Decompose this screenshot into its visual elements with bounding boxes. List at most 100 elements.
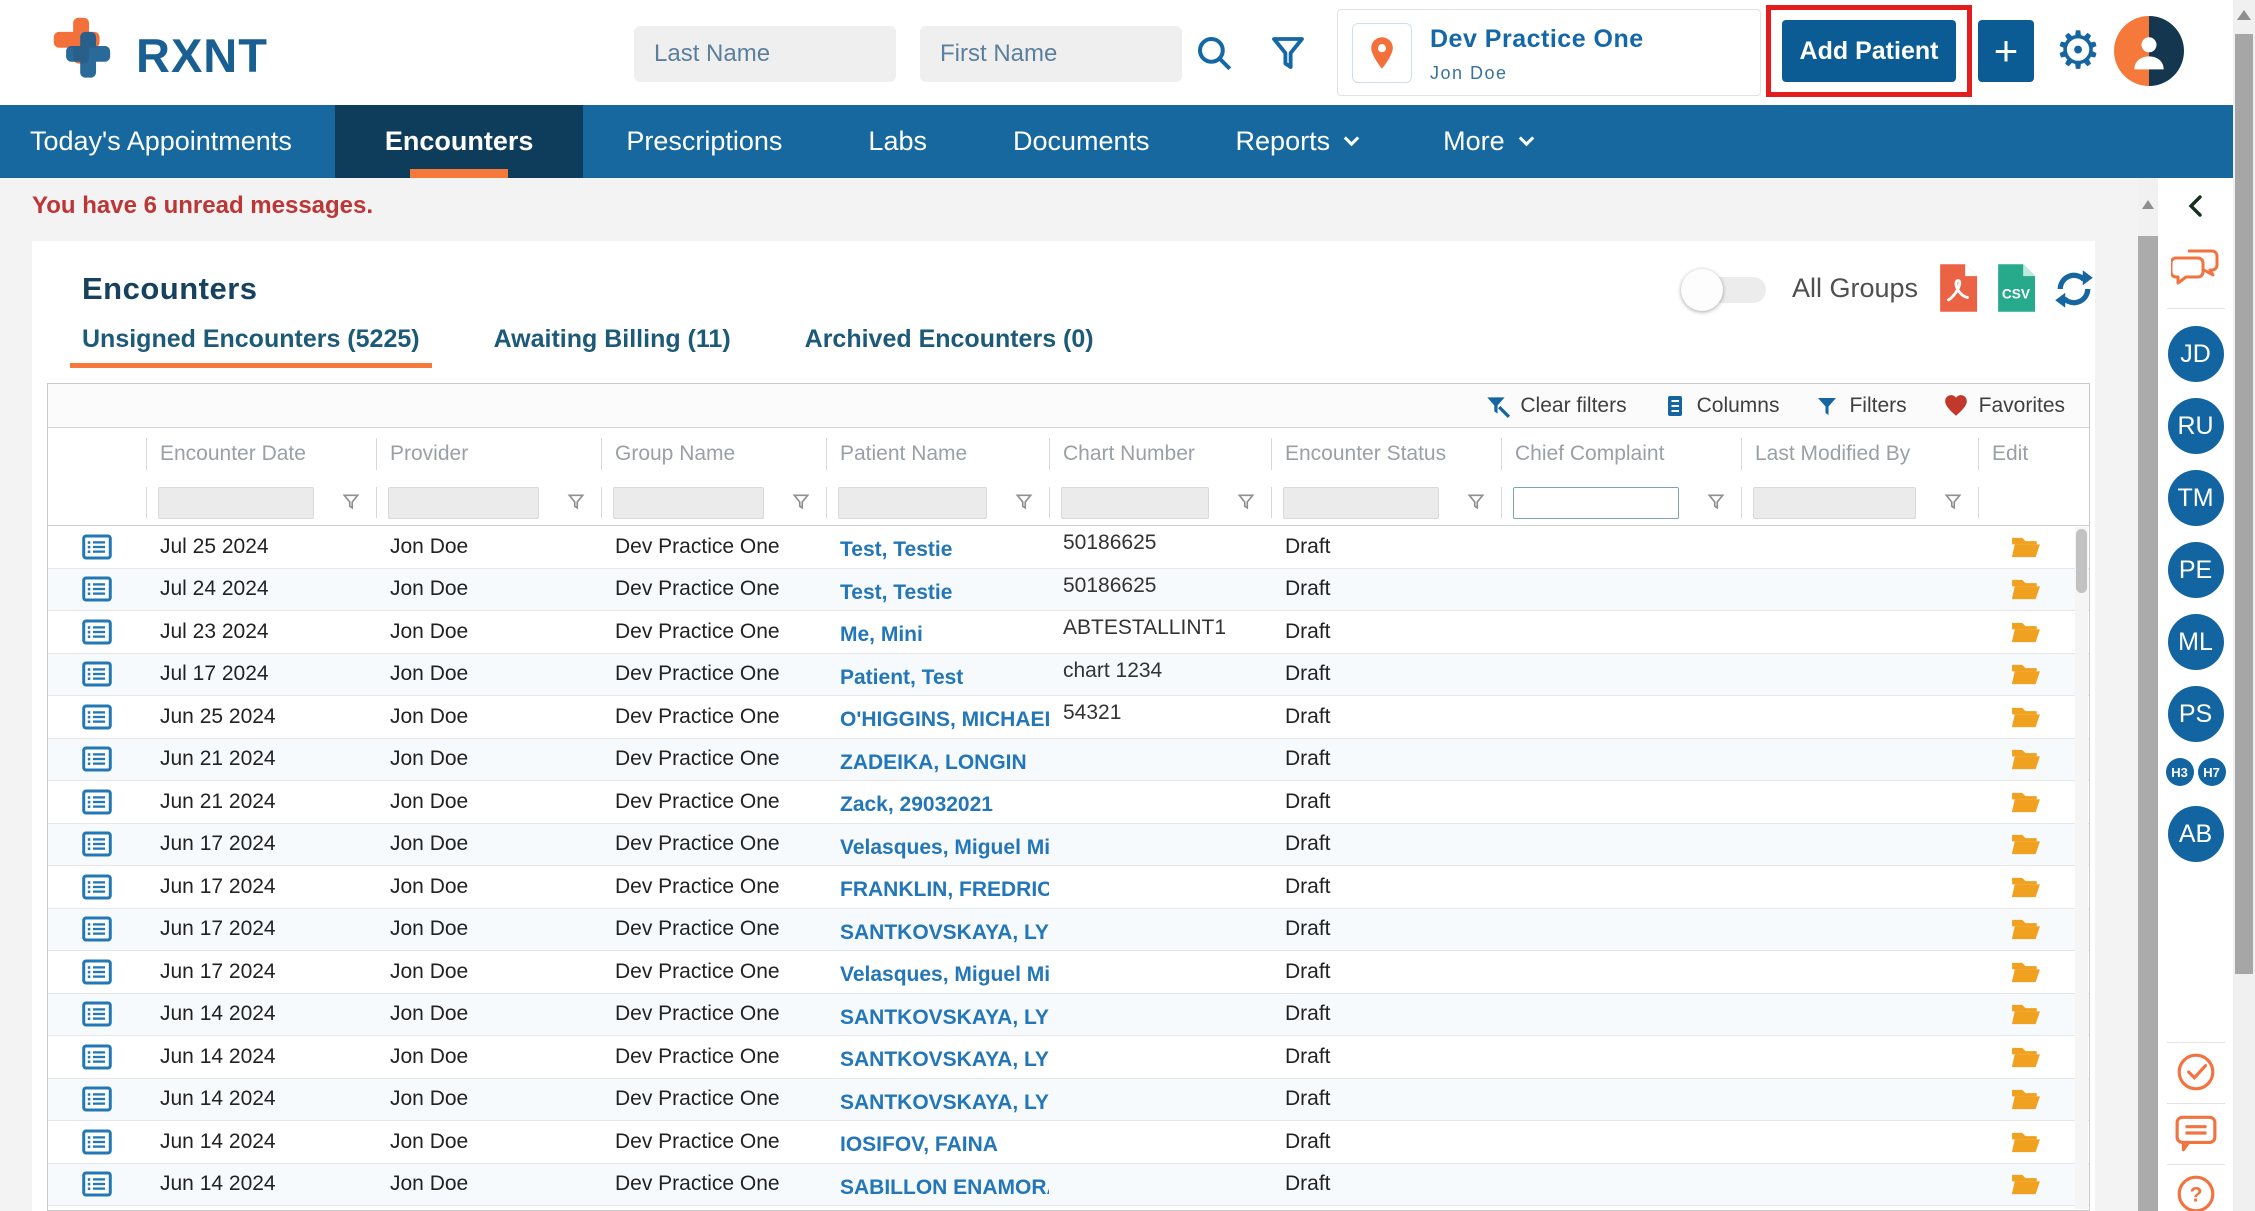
content-scrollbar[interactable] bbox=[2138, 178, 2158, 1211]
table-scrollbar[interactable] bbox=[2075, 527, 2088, 1209]
edit-folder-icon[interactable] bbox=[1978, 951, 2074, 993]
edit-folder-icon[interactable] bbox=[1978, 909, 2074, 951]
nav-todays-appointments[interactable]: Today's Appointments bbox=[0, 105, 335, 178]
patient-link[interactable]: IOSIFOV, FAINA bbox=[826, 1121, 1049, 1163]
search-icon[interactable] bbox=[1192, 32, 1236, 76]
edit-folder-icon[interactable] bbox=[1978, 526, 2074, 568]
columns-button[interactable]: Columns bbox=[1663, 393, 1779, 419]
nav-more[interactable]: More bbox=[1400, 105, 1575, 178]
encounter-details-icon[interactable] bbox=[48, 654, 146, 696]
page-scrollbar[interactable] bbox=[2233, 0, 2255, 1211]
filter-menu-icon[interactable] bbox=[565, 491, 587, 515]
conversation-avatar[interactable]: PE bbox=[2167, 542, 2224, 598]
edit-folder-icon[interactable] bbox=[1978, 611, 2074, 653]
edit-folder-icon[interactable] bbox=[1978, 1036, 2074, 1078]
encounter-details-icon[interactable] bbox=[48, 994, 146, 1036]
encounter-details-icon[interactable] bbox=[48, 824, 146, 866]
header-provider[interactable]: Provider bbox=[376, 428, 601, 480]
filter-input-encounter-status[interactable] bbox=[1283, 486, 1439, 519]
filter-input-provider[interactable] bbox=[388, 486, 539, 519]
filter-input-group-name[interactable] bbox=[613, 486, 764, 519]
header-chief-complaint[interactable]: Chief Complaint bbox=[1501, 428, 1741, 480]
export-pdf-icon[interactable] bbox=[1936, 263, 1980, 315]
header-last-modified-by[interactable]: Last Modified By bbox=[1741, 428, 1978, 480]
nav-reports[interactable]: Reports bbox=[1193, 105, 1401, 178]
filter-input-chief-complaint[interactable] bbox=[1513, 486, 1679, 519]
chat-bubbles-icon[interactable] bbox=[2169, 246, 2221, 292]
encounter-details-icon[interactable] bbox=[48, 1121, 146, 1163]
patient-link[interactable]: Velasques, Miguel Mik bbox=[826, 951, 1049, 993]
filters-button[interactable]: Filters bbox=[1815, 393, 1907, 419]
conversation-avatar[interactable]: JD bbox=[2167, 326, 2224, 382]
encounter-details-icon[interactable] bbox=[48, 611, 146, 653]
patient-link[interactable]: SANTKOVSKAYA, LYUB bbox=[826, 1036, 1049, 1078]
patient-link[interactable]: SABILLON ENAMORAD bbox=[826, 1164, 1049, 1206]
filter-menu-icon[interactable] bbox=[340, 491, 362, 515]
encounter-details-icon[interactable] bbox=[48, 569, 146, 611]
conversation-avatar[interactable]: PS bbox=[2167, 686, 2224, 742]
nav-labs[interactable]: Labs bbox=[825, 105, 970, 178]
header-chart-number[interactable]: Chart Number bbox=[1049, 428, 1271, 480]
nav-encounters[interactable]: Encounters bbox=[334, 105, 584, 178]
patient-link[interactable]: Zack, 29032021 bbox=[826, 781, 1049, 823]
encounter-details-icon[interactable] bbox=[48, 696, 146, 738]
patient-link[interactable]: FRANKLIN, FREDRICK bbox=[826, 866, 1049, 908]
filter-menu-icon[interactable] bbox=[1465, 491, 1487, 515]
edit-folder-icon[interactable] bbox=[1978, 994, 2074, 1036]
encounter-details-icon[interactable] bbox=[48, 1164, 146, 1206]
favorites-button[interactable]: Favorites bbox=[1943, 393, 2065, 419]
filter-input-last-modified-by[interactable] bbox=[1753, 486, 1916, 519]
filter-menu-icon[interactable] bbox=[1705, 491, 1727, 515]
header-encounter-status[interactable]: Encounter Status bbox=[1271, 428, 1501, 480]
first-name-input[interactable] bbox=[920, 26, 1182, 82]
edit-folder-icon[interactable] bbox=[1978, 1079, 2074, 1121]
encounter-details-icon[interactable] bbox=[48, 526, 146, 568]
filter-input-chart-number[interactable] bbox=[1061, 486, 1209, 519]
help-icon[interactable]: ? bbox=[2175, 1173, 2217, 1211]
edit-folder-icon[interactable] bbox=[1978, 696, 2074, 738]
encounter-details-icon[interactable] bbox=[48, 1036, 146, 1078]
conversation-badge[interactable]: H3 bbox=[2165, 758, 2194, 786]
content-scrollbar-thumb[interactable] bbox=[2138, 236, 2158, 1211]
message-icon[interactable] bbox=[2174, 1112, 2218, 1156]
encounter-details-icon[interactable] bbox=[48, 909, 146, 951]
encounter-details-icon[interactable] bbox=[48, 739, 146, 781]
edit-folder-icon[interactable] bbox=[1978, 569, 2074, 611]
scroll-up-arrow-icon[interactable] bbox=[2142, 200, 2154, 209]
encounter-details-icon[interactable] bbox=[48, 951, 146, 993]
encounter-details-icon[interactable] bbox=[48, 1079, 146, 1121]
header-group-name[interactable]: Group Name bbox=[601, 428, 826, 480]
patient-link[interactable]: Velasques, Miguel Mik bbox=[826, 824, 1049, 866]
edit-folder-icon[interactable] bbox=[1978, 824, 2074, 866]
tab-awaiting-billing[interactable]: Awaiting Billing (11) bbox=[482, 325, 743, 366]
conversation-avatar[interactable]: AB bbox=[2167, 806, 2224, 862]
filter-menu-icon[interactable] bbox=[1235, 491, 1257, 515]
conversation-avatar[interactable]: RU bbox=[2167, 398, 2224, 454]
patient-link[interactable]: Test, Testie bbox=[826, 569, 1049, 611]
patient-link[interactable]: Me, Mini bbox=[826, 611, 1049, 653]
edit-folder-icon[interactable] bbox=[1978, 1121, 2074, 1163]
export-csv-icon[interactable]: CSV bbox=[1994, 263, 2038, 315]
patient-link[interactable]: SANTKOVSKAYA, LYUB bbox=[826, 909, 1049, 951]
add-patient-button[interactable]: Add Patient bbox=[1782, 20, 1956, 82]
conversation-avatar[interactable]: TM bbox=[2167, 470, 2224, 526]
gear-icon[interactable]: ⚙ bbox=[2048, 18, 2108, 84]
patient-link[interactable]: Patient, Test bbox=[826, 654, 1049, 696]
page-scrollbar-thumb[interactable] bbox=[2235, 34, 2253, 974]
filter-input-patient-name[interactable] bbox=[838, 486, 987, 519]
header-encounter-date[interactable]: Encounter Date bbox=[146, 428, 376, 480]
header-patient-name[interactable]: Patient Name bbox=[826, 428, 1049, 480]
user-avatar[interactable] bbox=[2114, 16, 2184, 86]
edit-folder-icon[interactable] bbox=[1978, 739, 2074, 781]
tasks-check-icon[interactable] bbox=[2175, 1051, 2217, 1095]
patient-link[interactable]: SANTKOVSKAYA, LYUB bbox=[826, 1079, 1049, 1121]
tab-unsigned-encounters[interactable]: Unsigned Encounters (5225) bbox=[70, 325, 432, 368]
practice-selector[interactable]: Dev Practice One Jon Doe bbox=[1337, 9, 1761, 96]
patient-link[interactable]: Test, Testie bbox=[826, 526, 1049, 568]
encounter-details-icon[interactable] bbox=[48, 781, 146, 823]
encounter-details-icon[interactable] bbox=[48, 866, 146, 908]
scroll-up-arrow-icon[interactable] bbox=[2237, 10, 2251, 20]
conversation-badge[interactable]: H7 bbox=[2197, 758, 2226, 786]
filter-menu-icon[interactable] bbox=[1942, 491, 1964, 515]
table-scrollbar-thumb[interactable] bbox=[2076, 529, 2087, 593]
